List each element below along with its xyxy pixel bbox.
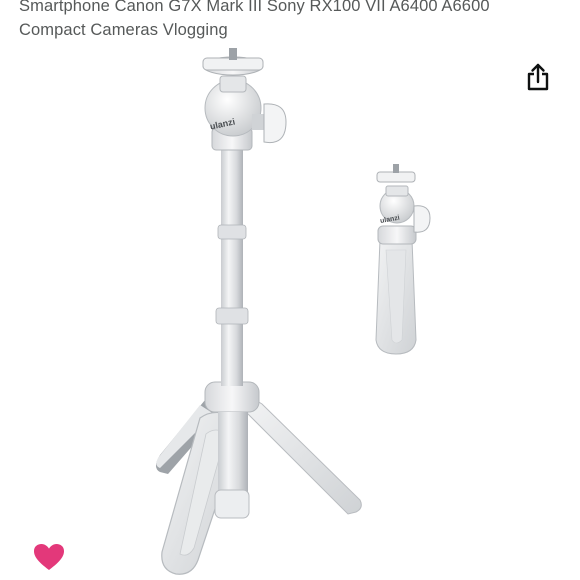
tripod-pole (221, 150, 243, 386)
favorite-button[interactable] (30, 540, 68, 574)
tripod-hub (204, 381, 260, 413)
tripod-right-leg (245, 397, 362, 515)
product-image[interactable]: ulanzi ulanzi (0, 44, 580, 580)
product-title: Smartphone Canon G7X Mark III Sony RX100… (19, 0, 559, 42)
product-title-line-2: Compact Cameras Vlogging (19, 21, 228, 39)
tripod-knob (263, 103, 287, 144)
product-title-line-1: Smartphone Canon G7X Mark III Sony RX100… (19, 0, 490, 15)
heart-icon (34, 544, 64, 570)
